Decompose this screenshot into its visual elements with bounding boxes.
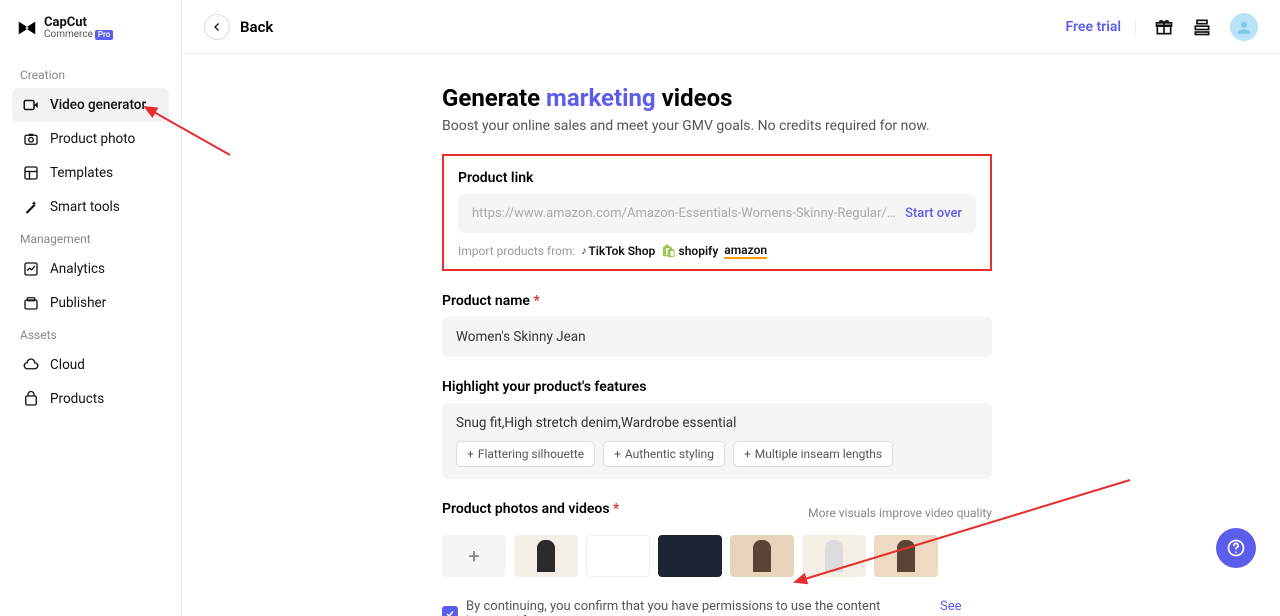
sidebar-item-video-generator[interactable]: Video generator [12, 88, 169, 122]
photos-hint: More visuals improve video quality [808, 506, 992, 520]
free-trial-link[interactable]: Free trial [1065, 19, 1136, 35]
help-button[interactable] [1216, 528, 1256, 568]
section-management: Management [20, 232, 169, 246]
chip-suggestion[interactable]: +Authentic styling [603, 441, 725, 467]
avatar[interactable] [1230, 13, 1258, 41]
thumbnail[interactable] [658, 535, 722, 577]
product-link-label: Product link [458, 170, 976, 186]
plus-icon: + [744, 447, 751, 461]
nav-label: Publisher [50, 295, 106, 311]
amazon-brand[interactable]: amazon [724, 243, 767, 259]
capcut-logo-icon [16, 17, 38, 39]
sidebar-item-analytics[interactable]: Analytics [12, 252, 169, 286]
tiktok-shop-brand[interactable]: ♪TikTok Shop [581, 244, 655, 258]
section-creation: Creation [20, 68, 169, 82]
pro-badge: Pro [95, 30, 113, 40]
layers-icon[interactable] [1192, 17, 1212, 37]
thumbnail[interactable] [514, 535, 578, 577]
logo[interactable]: CapCut CommercePro [12, 16, 169, 40]
topbar: Back Free trial [182, 0, 1280, 54]
photos-label: Product photos and videos * [442, 501, 619, 517]
product-name-input[interactable] [442, 317, 992, 357]
sidebar-item-products[interactable]: Products [12, 382, 169, 416]
back-button[interactable] [204, 14, 230, 40]
features-value: Snug fit,High stretch denim,Wardrobe ess… [456, 415, 978, 431]
page-title: Generate marketing videos [442, 84, 992, 112]
features-label: Highlight your product's features [442, 379, 992, 395]
nav-label: Product photo [50, 131, 135, 147]
plus-icon: + [467, 447, 474, 461]
start-over-link[interactable]: Start over [905, 206, 962, 221]
thumbnail[interactable] [802, 535, 866, 577]
nav-label: Video generator [50, 97, 146, 113]
add-media-button[interactable]: + [442, 535, 506, 577]
thumbnail[interactable] [586, 535, 650, 577]
thumbnail[interactable] [874, 535, 938, 577]
features-input[interactable]: Snug fit,High stretch denim,Wardrobe ess… [442, 403, 992, 479]
wand-icon [22, 198, 40, 216]
user-icon [1235, 18, 1253, 36]
chip-suggestion[interactable]: +Flattering silhouette [456, 441, 595, 467]
see-more-link[interactable]: See more [940, 599, 992, 616]
consent-text: By continuing, you confirm that you have… [466, 599, 932, 616]
product-link-value: https://www.amazon.com/Amazon-Essentials… [472, 206, 897, 221]
consent-checkbox[interactable] [442, 606, 458, 616]
templates-icon [22, 164, 40, 182]
product-link-input[interactable]: https://www.amazon.com/Amazon-Essentials… [458, 194, 976, 233]
product-name-label: Product name * [442, 293, 992, 309]
video-icon [22, 96, 40, 114]
question-icon [1226, 538, 1246, 558]
products-icon [22, 390, 40, 408]
nav-label: Smart tools [50, 199, 120, 215]
sidebar-item-cloud[interactable]: Cloud [12, 348, 169, 382]
product-link-section: Product link https://www.amazon.com/Amaz… [442, 154, 992, 271]
thumbnails-row: + [442, 535, 992, 577]
sidebar-item-templates[interactable]: Templates [12, 156, 169, 190]
nav-label: Templates [50, 165, 113, 181]
consent-row: By continuing, you confirm that you have… [442, 599, 992, 616]
chip-suggestion[interactable]: +Multiple inseam lengths [733, 441, 893, 467]
plus-icon: + [614, 447, 621, 461]
sidebar-item-smart-tools[interactable]: Smart tools [12, 190, 169, 224]
thumbnail[interactable] [730, 535, 794, 577]
analytics-icon [22, 260, 40, 278]
sidebar: CapCut CommercePro Creation Video genera… [0, 0, 182, 616]
shopify-brand[interactable]: 🛍shopify [661, 244, 718, 258]
import-row: Import products from: ♪TikTok Shop 🛍shop… [458, 243, 976, 259]
chevron-left-icon [211, 21, 223, 33]
publisher-icon [22, 294, 40, 312]
nav-label: Analytics [50, 261, 105, 277]
check-icon [445, 609, 455, 616]
photo-icon [22, 130, 40, 148]
sidebar-item-publisher[interactable]: Publisher [12, 286, 169, 320]
page-subtitle: Boost your online sales and meet your GM… [442, 118, 992, 134]
gift-icon[interactable] [1154, 17, 1174, 37]
logo-title: CapCut [44, 16, 113, 30]
back-label: Back [240, 18, 273, 36]
sidebar-item-product-photo[interactable]: Product photo [12, 122, 169, 156]
logo-subtitle: Commerce [44, 30, 93, 41]
section-assets: Assets [20, 328, 169, 342]
nav-label: Cloud [50, 357, 85, 373]
nav-label: Products [50, 391, 104, 407]
cloud-icon [22, 356, 40, 374]
